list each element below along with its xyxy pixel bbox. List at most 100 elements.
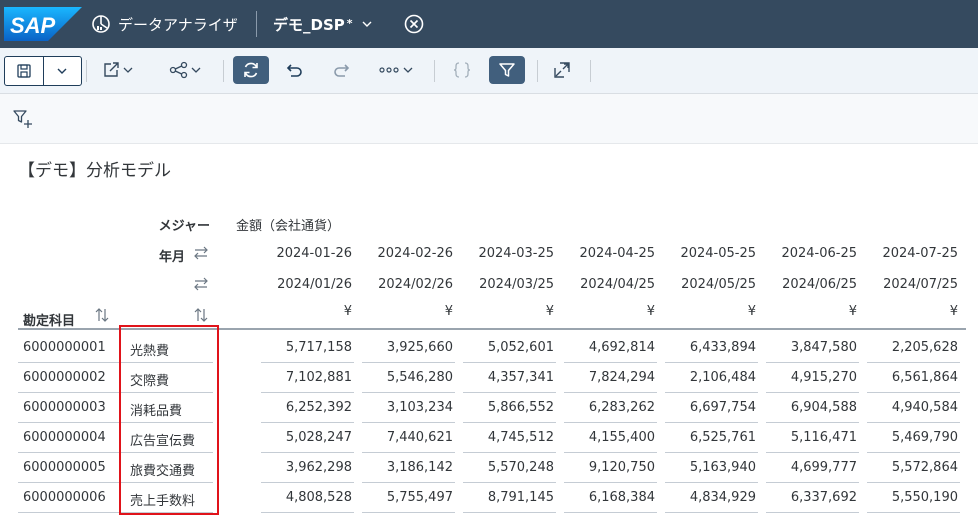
undo-button[interactable] [280,56,310,84]
value-cell[interactable]: 5,163,940 [661,460,756,475]
value-cell[interactable]: 5,116,471 [762,430,857,445]
share-button[interactable] [162,56,208,84]
value-cell[interactable]: 4,834,929 [661,490,756,505]
value-cell[interactable]: 3,847,580 [762,340,857,355]
account-label: 勘定科目 [23,314,76,329]
row-divider [665,452,758,453]
account-id[interactable]: 6000000004 [23,430,106,445]
swap-icon[interactable] [192,276,210,292]
sap-logo[interactable]: SAP [4,7,82,41]
story-menu[interactable]: デモ_DSP * [273,0,373,48]
value-cell[interactable]: 4,155,400 [560,430,655,445]
column-currency: ¥ [848,304,857,319]
more-button[interactable] [372,56,420,84]
chevron-down-icon [191,67,201,73]
value-cell[interactable]: 5,755,497 [358,490,453,505]
value-cell[interactable]: 6,283,262 [560,400,655,415]
value-cell[interactable]: 4,940,584 [863,400,958,415]
row-divider [261,362,354,363]
close-circle-icon[interactable] [403,13,425,35]
row-divider [766,482,859,483]
value-cell[interactable]: 4,745,512 [459,430,554,445]
value-cell[interactable]: 5,469,790 [863,430,958,445]
row-divider [766,392,859,393]
value-cell[interactable]: 6,525,761 [661,430,756,445]
app-title[interactable]: データアナライザ [90,0,238,48]
value-cell[interactable]: 4,915,270 [762,370,857,385]
row-divider [867,422,960,423]
story-name: デモ_DSP [273,15,345,34]
add-filter-icon[interactable] [12,108,34,130]
value-cell[interactable]: 6,433,894 [661,340,756,355]
value-cell[interactable]: 5,028,247 [257,430,352,445]
value-cell[interactable]: 3,925,660 [358,340,453,355]
refresh-button[interactable] [233,56,269,84]
value-cell[interactable]: 4,357,341 [459,370,554,385]
value-cell[interactable]: 4,692,814 [560,340,655,355]
filter-button[interactable] [489,56,525,84]
value-cell[interactable]: 5,866,552 [459,400,554,415]
export-button[interactable] [96,56,140,84]
row-divider [463,392,556,393]
account-id[interactable]: 6000000001 [23,340,106,355]
value-cell[interactable]: 2,205,628 [863,340,958,355]
value-cell[interactable]: 7,102,881 [257,370,352,385]
account-id[interactable]: 6000000005 [23,460,106,475]
value-cell[interactable]: 5,052,601 [459,340,554,355]
value-cell[interactable]: 9,120,750 [560,460,655,475]
chevron-down-icon [403,67,413,73]
account-id[interactable]: 6000000002 [23,370,106,385]
sort-icon[interactable] [94,307,110,323]
value-cell[interactable]: 5,570,248 [459,460,554,475]
value-cell[interactable]: 3,186,142 [358,460,453,475]
shell-bar: SAP データアナライザ デモ_DSP * [0,0,978,48]
value-cell[interactable]: 5,546,280 [358,370,453,385]
value-cell[interactable]: 5,717,158 [257,340,352,355]
value-cell[interactable]: 8,791,145 [459,490,554,505]
toolbar-separator [223,60,224,82]
row-divider [564,512,657,513]
toolbar-separator [537,60,538,82]
value-cell[interactable]: 6,904,588 [762,400,857,415]
row-divider [362,362,455,363]
value-cell[interactable]: 6,697,754 [661,400,756,415]
save-icon [17,64,31,78]
value-cell[interactable]: 6,561,864 [863,370,958,385]
row-divider [362,512,455,513]
value-cell[interactable]: 4,699,777 [762,460,857,475]
row-divider [261,512,354,513]
value-cell[interactable]: 5,572,864 [863,460,958,475]
account-id[interactable]: 6000000003 [23,400,106,415]
value-cell[interactable]: 6,337,692 [762,490,857,505]
value-cell[interactable]: 7,824,294 [560,370,655,385]
row-divider [766,362,859,363]
account-id[interactable]: 6000000006 [23,490,106,505]
row-divider [665,362,758,363]
fullscreen-button[interactable] [547,56,577,84]
value-cell[interactable]: 6,168,384 [560,490,655,505]
value-cell[interactable]: 6,252,392 [257,400,352,415]
formula-button[interactable] [446,56,478,84]
save-button[interactable] [5,57,43,85]
value-cell[interactable]: 7,440,621 [358,430,453,445]
value-cell[interactable]: 2,106,484 [661,370,756,385]
row-divider [867,512,960,513]
row-divider [463,362,556,363]
sort-icon[interactable] [193,307,209,323]
row-divider [261,422,354,423]
refresh-icon [244,62,258,78]
redo-button[interactable] [326,56,356,84]
column-date: 2024-03-25 [478,246,554,261]
column-date-alt: 2024/04/25 [580,277,655,292]
fullscreen-icon [554,62,570,78]
value-cell[interactable]: 4,808,528 [257,490,352,505]
row-divider [564,392,657,393]
save-menu-button[interactable] [42,57,82,85]
row-divider [463,452,556,453]
value-cell[interactable]: 5,550,190 [863,490,958,505]
value-cell[interactable]: 3,962,298 [257,460,352,475]
sap-logo-text: SAP [10,13,56,38]
value-cell[interactable]: 3,103,234 [358,400,453,415]
swap-icon[interactable] [192,245,210,261]
braces-icon [453,62,471,78]
